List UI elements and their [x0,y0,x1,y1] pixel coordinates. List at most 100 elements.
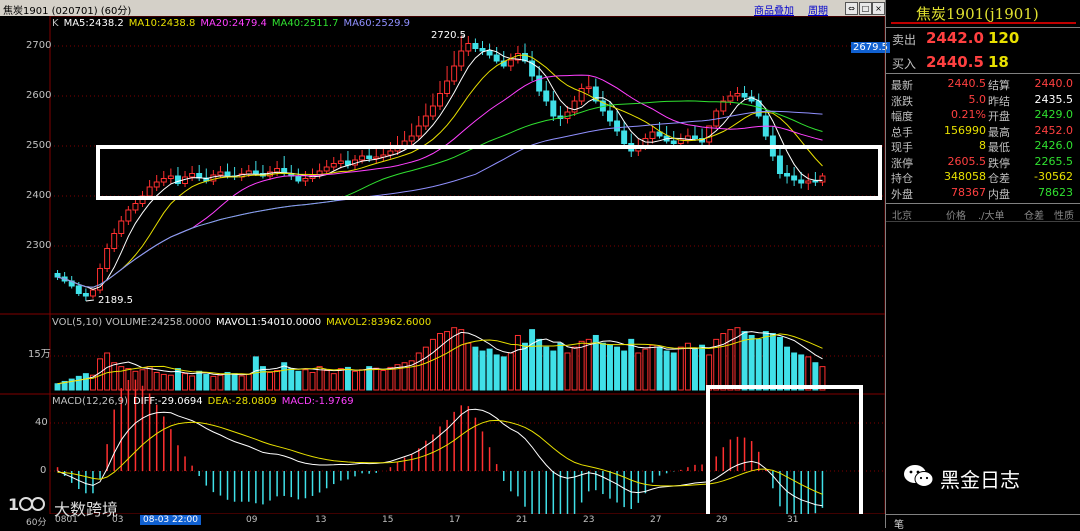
volume-bar [465,342,472,391]
bottom-tabs: 笔 [886,514,1080,531]
candle-body [734,93,741,97]
legend-item: DIFF:-29.0694 [132,396,203,407]
legend-item: VOL(5,10) VOLUME:24258.0000 [52,317,212,328]
candle-body [422,115,429,127]
restore-icon[interactable]: ⇔ [845,2,858,15]
quote-row: 幅度 0.21% 开盘 2429.0 [891,108,1076,123]
overlay-commodity-link[interactable]: 商品叠加 [754,2,794,17]
volume-legend: VOL(5,10) VOLUME:24258.0000 MAVOL1:54010.… [52,317,436,328]
volume-bar [479,350,486,391]
volume-bar [182,373,189,391]
legend-item: MA5:2438.2 [63,18,124,29]
candle-body [132,203,139,211]
volume-bar [210,375,217,391]
volume-bar [330,373,337,391]
quote-value: 8 [979,139,986,152]
time-label: 15 [382,515,394,525]
volume-bar [656,346,663,391]
time-cursor-label: 08-03 22:00 [140,515,201,525]
highlight-box-range [96,145,882,200]
bid-volume: 18 [988,53,1009,71]
candle-body [373,156,380,159]
quote-row: 总手 156990 最高 2452.0 [891,124,1076,139]
legend-item: MACD:-1.9769 [281,396,354,407]
price-tick: 2700 [26,40,52,51]
candle-body [451,65,458,82]
volume-bar [302,369,309,391]
quote-label: 结算 [988,79,1010,92]
volume-bar [571,346,578,391]
candle-body [550,100,557,117]
volume-bar [153,371,160,391]
volume-bar [82,373,89,391]
candle-body [189,173,196,178]
volume-bar [493,354,500,391]
maximize-icon[interactable]: □ [859,2,872,15]
volume-bar [663,350,670,391]
candle-body [564,111,571,119]
bid-price: 2440.5 [926,53,984,71]
volume-bar [791,352,798,391]
trade-header: 北京 [892,211,912,222]
candle-body [252,170,259,174]
volume-bar [543,346,550,391]
volume-bar [295,370,302,391]
svg-text:1: 1 [8,495,19,514]
quote-row: 持仓 348058 仓差 -30562 [891,170,1076,185]
quote-row: 现手 8 最低 2426.0 [891,139,1076,154]
macd-legend: MACD(12,26,9) DIFF:-29.0694 DEA:-28.0809 MA… [52,396,359,407]
candle-body [75,285,82,294]
quote-row: 外盘 78367 内盘 78623 [891,186,1076,201]
price-tick: 2400 [26,190,52,201]
quote-label: 最高 [988,125,1010,139]
candle-body [224,171,231,177]
volume-bar [189,375,196,391]
volume-bar [167,374,174,391]
candle-body [323,166,330,172]
close-icon[interactable]: × [872,2,885,15]
quote-value: 2265.5 [1034,154,1074,168]
macd-tick: 40 [35,417,48,428]
candle-body [784,173,791,177]
time-period-label: 60分 [26,518,47,528]
brand-watermark: 黑金日志 [940,468,1020,492]
candle-body [337,160,344,164]
volume-bar [203,373,210,391]
volume-bar [309,371,316,391]
candle-body [217,171,224,176]
trade-header: ./大单 [978,211,1005,222]
candle-body [54,273,61,278]
quote-row: 涨跌 5.0 昨结 2435.5 [891,93,1076,108]
quote-label: 开盘 [988,110,1010,123]
volume-bar [677,346,684,391]
volume-bar [607,344,613,391]
volume-bars [54,327,826,391]
price-tick: 2600 [26,90,52,101]
high-price-annotation: 2720.5 [431,30,466,41]
quote-value: 2429.0 [1034,108,1074,121]
volume-bar [649,344,656,391]
tab-trades[interactable]: 笔 [894,516,904,531]
candle-body [776,155,783,174]
quote-panel: 焦炭1901(j1901) 卖出 2442.0 120 买入 2440.5 18… [885,0,1080,531]
period-link[interactable]: 周期 [808,2,828,17]
quote-label: 最低 [988,141,1010,154]
volume-bar [500,356,507,391]
candle-body [614,120,621,132]
candle-body [160,178,167,183]
time-label: 27 [650,515,662,525]
candle-body [805,180,812,184]
volume-tick: 15万 [28,349,51,360]
quote-value: 2435.5 [1034,92,1074,106]
volume-bar [75,375,82,391]
quote-value: 348058 [944,170,986,183]
candle-body [359,155,366,161]
legend-item: MA60:2529.9 [343,18,411,29]
volume-bar [231,373,238,391]
candle-body [649,131,656,139]
candle-body [819,175,826,183]
volume-bar [429,338,436,391]
volume-bar [146,366,153,391]
quote-label: 涨跌 [891,94,913,108]
kline-chart[interactable] [0,16,885,514]
